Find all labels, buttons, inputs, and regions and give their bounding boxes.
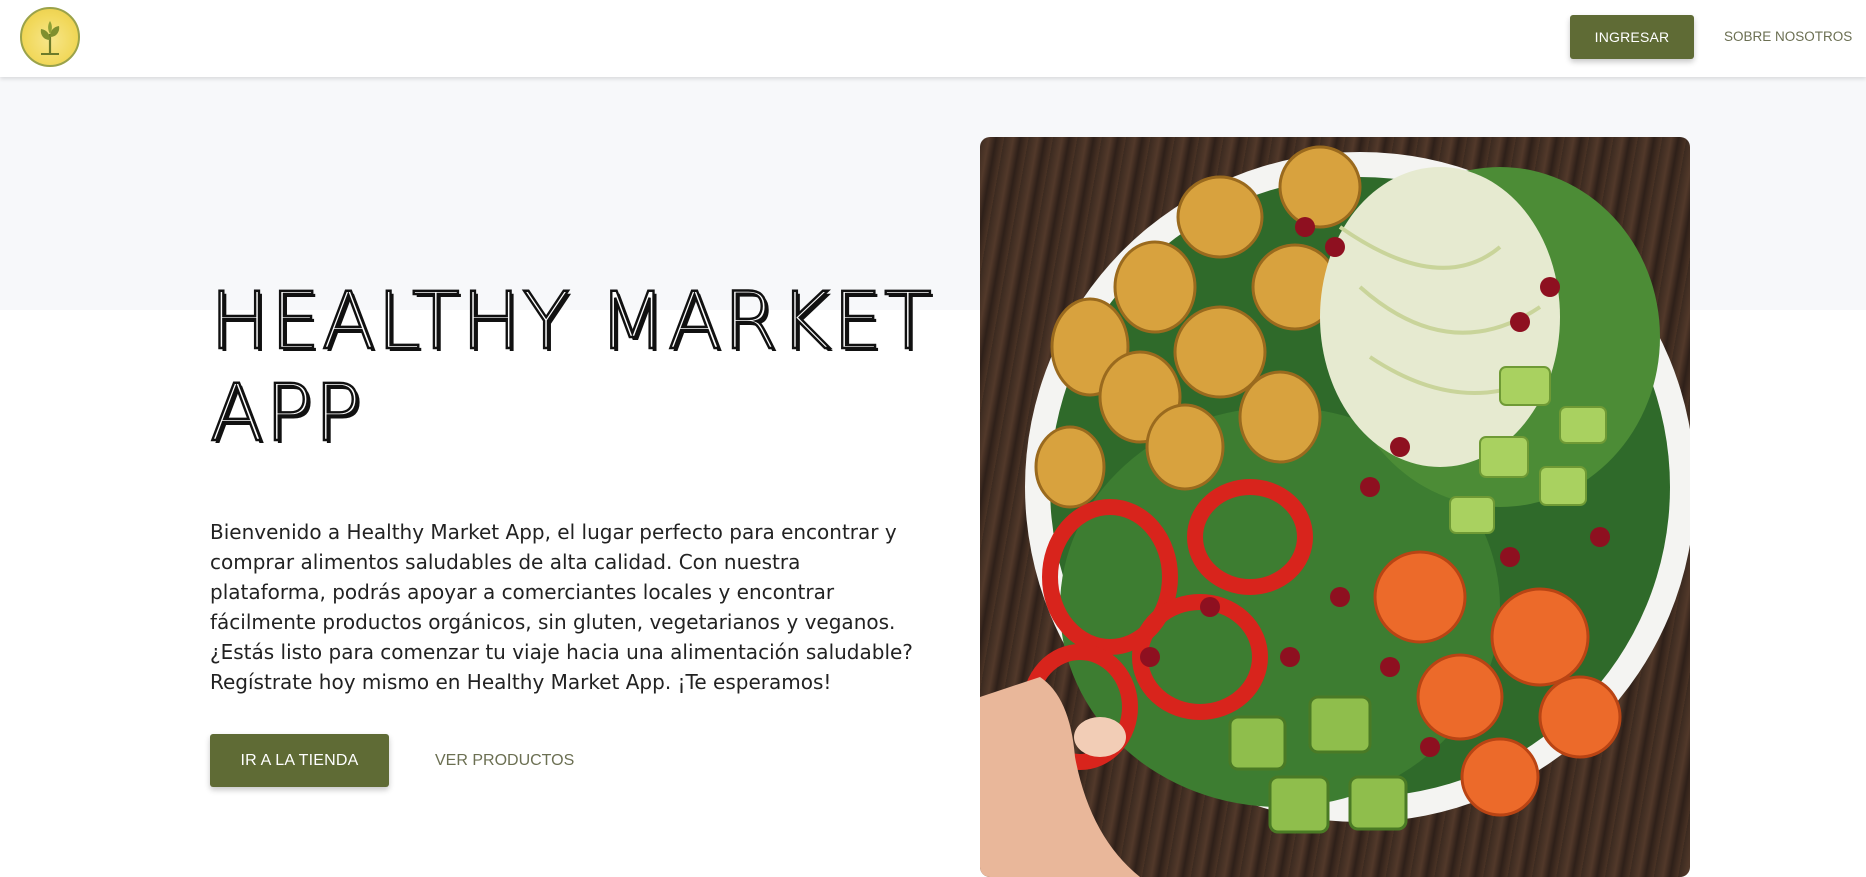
top-navigation-bar: INGRESAR SOBRE NOSOTROS [0, 0, 1866, 77]
hero-title: HEALTHY MARKET APP [209, 276, 934, 460]
salad-bowl-illustration [980, 145, 1690, 877]
about-us-link[interactable]: SOBRE NOSOTROS [1724, 29, 1852, 44]
health-market-logo[interactable] [20, 7, 80, 67]
tree-leaf-icon [40, 21, 60, 55]
go-to-store-button[interactable]: IR A LA TIENDA [210, 734, 389, 787]
login-button[interactable]: INGRESAR [1570, 15, 1694, 59]
hero-description: Bienvenido a Healthy Market App, el luga… [210, 520, 913, 694]
salad-bowl-photo [980, 137, 1690, 877]
view-products-link[interactable]: VER PRODUCTOS [435, 752, 574, 770]
